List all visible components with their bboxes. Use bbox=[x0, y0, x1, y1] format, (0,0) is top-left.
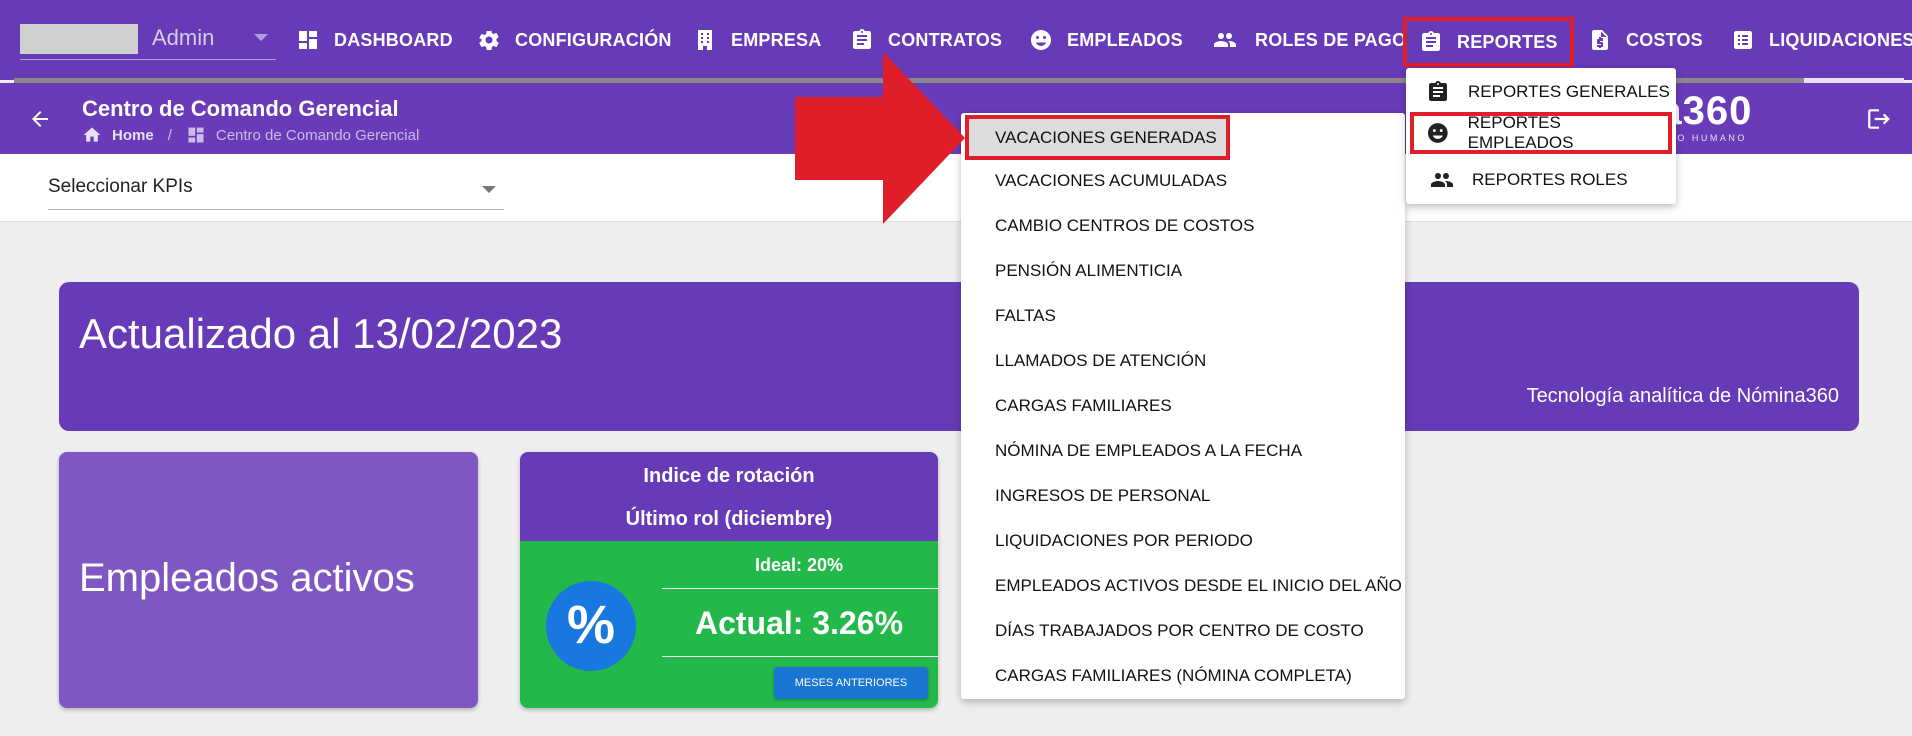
active-employees-card[interactable]: Empleados activos bbox=[59, 452, 478, 708]
rotation-card-header: Indice de rotación Último rol (diciembre… bbox=[520, 452, 938, 541]
user-selector[interactable]: Admin bbox=[20, 20, 276, 60]
previous-months-button[interactable]: MESES ANTERIORES bbox=[774, 667, 928, 699]
user-name: Admin bbox=[152, 25, 215, 50]
employee-reports-submenu: VACACIONES GENERADAS VACACIONES ACUMULAD… bbox=[961, 113, 1405, 699]
nav-liquidaciones-label: LIQUIDACIONES bbox=[1769, 29, 1912, 50]
menu-item-reportes-roles[interactable]: REPORTES ROLES bbox=[1406, 159, 1676, 201]
nav-contratos-label: CONTRATOS bbox=[888, 29, 1003, 50]
chevron-down-icon bbox=[254, 34, 268, 41]
face-icon bbox=[1031, 30, 1051, 50]
rotation-index-card: Indice de rotación Último rol (diciembre… bbox=[520, 452, 938, 708]
rotation-period: Último rol (diciembre) bbox=[625, 508, 833, 530]
rotation-actual: Actual: 3.26% bbox=[694, 605, 904, 641]
submenu-item[interactable]: EMPLEADOS ACTIVOS DESDE EL INICIO DEL AÑ… bbox=[995, 563, 1402, 608]
chevron-down-icon bbox=[482, 186, 496, 193]
submenu-item[interactable]: DÍAS TRABAJADOS POR CENTRO DE COSTO bbox=[995, 608, 1364, 653]
submenu-item[interactable]: CAMBIO CENTROS DE COSTOS bbox=[995, 203, 1254, 248]
nav-costos-label: COSTOS bbox=[1626, 29, 1703, 50]
people-icon bbox=[1214, 33, 1236, 47]
submenu-item[interactable]: NÓMINA DE EMPLEADOS A LA FECHA bbox=[995, 428, 1302, 473]
submenu-item[interactable]: LIQUIDACIONES POR PERIODO bbox=[995, 518, 1253, 563]
arrow-left-icon bbox=[32, 111, 48, 127]
gear-icon bbox=[479, 30, 499, 51]
nav-dashboard-label: DASHBOARD bbox=[334, 29, 453, 50]
invoice-icon bbox=[1592, 30, 1608, 50]
divider bbox=[662, 656, 938, 657]
active-employees-title: Empleados activos bbox=[79, 556, 415, 600]
nav-liquidaciones[interactable]: LIQUIDACIONES bbox=[1731, 20, 1912, 60]
divider bbox=[662, 588, 938, 589]
logout-button[interactable] bbox=[1866, 106, 1892, 132]
rotation-title: Indice de rotación bbox=[643, 465, 815, 487]
percent-icon: % bbox=[546, 581, 636, 671]
submenu-item[interactable]: CARGAS FAMILIARES bbox=[995, 383, 1172, 428]
kpi-select[interactable]: Seleccionar KPIs bbox=[48, 172, 504, 210]
nav-empleados[interactable]: EMPLEADOS bbox=[1029, 20, 1183, 60]
banner-title: Actualizado al 13/02/2023 bbox=[79, 310, 563, 357]
nav-empleados-label: EMPLEADOS bbox=[1067, 29, 1183, 50]
nav-reportes[interactable]: REPORTES bbox=[1403, 17, 1574, 67]
nav-costos[interactable]: COSTOS bbox=[1588, 20, 1703, 60]
breadcrumb-separator: / bbox=[167, 126, 172, 144]
annotation-arrow-icon bbox=[795, 52, 965, 224]
breadcrumb-home[interactable]: Home bbox=[112, 127, 154, 144]
submenu-item[interactable]: FALTAS bbox=[995, 293, 1056, 338]
submenu-item[interactable]: VACACIONES ACUMULADAS bbox=[995, 158, 1227, 203]
list-icon bbox=[1734, 31, 1752, 49]
face-icon bbox=[1427, 123, 1448, 143]
clipboard-icon bbox=[853, 29, 871, 49]
submenu-item[interactable]: LLAMADOS DE ATENCIÓN bbox=[995, 338, 1206, 383]
logout-icon bbox=[1868, 109, 1890, 129]
people-icon bbox=[1431, 173, 1453, 187]
nav-configuracion-label: CONFIGURACIÓN bbox=[515, 29, 672, 50]
kpi-select-label: Seleccionar KPIs bbox=[48, 176, 193, 197]
menu-item-label: REPORTES ROLES bbox=[1472, 170, 1628, 189]
breadcrumb-current: Centro de Comando Gerencial bbox=[215, 126, 420, 144]
dashboard-icon bbox=[188, 127, 204, 143]
rotation-card-body: % Ideal: 20% Actual: 3.26% MESES ANTERIO… bbox=[520, 541, 938, 708]
avatar bbox=[20, 24, 138, 54]
banner-subtitle: Tecnología analítica de Nómina360 bbox=[1526, 385, 1839, 407]
reportes-dropdown: REPORTES GENERALES REPORTES EMPLEADOS RE… bbox=[1406, 68, 1676, 204]
update-banner: Actualizado al 13/02/2023 Tecnología ana… bbox=[59, 282, 1859, 431]
home-icon bbox=[83, 127, 101, 142]
clipboard-icon bbox=[1429, 81, 1447, 101]
menu-item-label: REPORTES EMPLEADOS bbox=[1467, 113, 1574, 152]
back-button[interactable] bbox=[28, 107, 52, 131]
nav-configuracion[interactable]: CONFIGURACIÓN bbox=[477, 20, 672, 60]
page-title: Centro de Comando Gerencial bbox=[82, 96, 399, 121]
breadcrumb: Home / Centro de Comando Gerencial bbox=[82, 125, 419, 145]
clipboard-icon bbox=[1422, 31, 1440, 51]
nav-dashboard[interactable]: DASHBOARD bbox=[296, 20, 453, 60]
menu-item-reportes-empleados[interactable]: REPORTES EMPLEADOS bbox=[1410, 112, 1672, 154]
dashboard-icon bbox=[299, 31, 317, 49]
submenu-item[interactable]: PENSIÓN ALIMENTICIA bbox=[995, 248, 1182, 293]
rotation-ideal: Ideal: 20% bbox=[754, 555, 844, 575]
nav-roles-de-pago[interactable]: ROLES DE PAGO bbox=[1209, 20, 1406, 60]
menu-item-label: REPORTES GENERALES bbox=[1468, 82, 1670, 101]
building-icon bbox=[698, 30, 712, 50]
submenu-item[interactable]: VACACIONES GENERADAS bbox=[965, 115, 1230, 160]
submenu-item[interactable]: CARGAS FAMILIARES (NÓMINA COMPLETA) bbox=[995, 653, 1352, 698]
nav-empresa-label: EMPRESA bbox=[731, 29, 822, 50]
submenu-item[interactable]: INGRESOS DE PERSONAL bbox=[995, 473, 1210, 518]
nav-roles-de-pago-label: ROLES DE PAGO bbox=[1255, 29, 1407, 50]
nav-reportes-label: REPORTES bbox=[1457, 31, 1558, 52]
menu-item-reportes-generales[interactable]: REPORTES GENERALES bbox=[1406, 71, 1676, 113]
